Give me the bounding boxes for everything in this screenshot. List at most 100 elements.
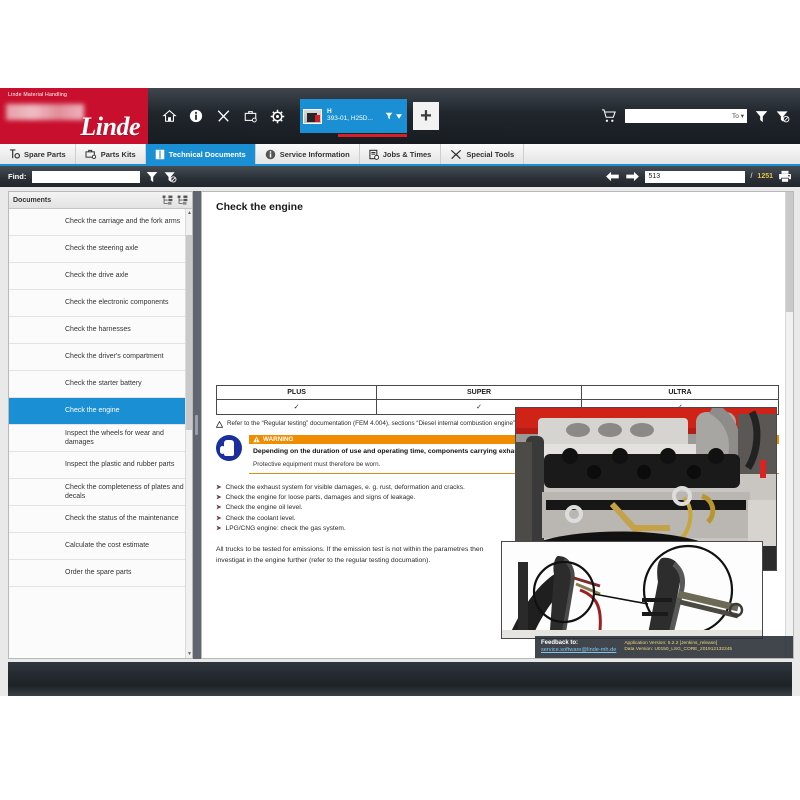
collapse-tree-icon[interactable] — [177, 195, 188, 205]
closing-paragraph: All trucks to be tested for emissions. I… — [216, 544, 486, 566]
feedback-label: Feedback to: — [541, 640, 616, 648]
clear-filter-icon[interactable] — [776, 110, 790, 123]
tab-label: Spare Parts — [24, 150, 66, 159]
truck-model: 393-01, H25D... — [327, 116, 373, 123]
feedback-block: Feedback to: service.software@linde-mh.d… — [541, 640, 616, 654]
add-tab-button[interactable]: + — [413, 102, 439, 130]
documents-scrollbar[interactable]: ▲ ▼ — [185, 209, 192, 658]
document-scrollbar[interactable] — [785, 192, 793, 658]
toolbar-icon-group — [148, 88, 290, 144]
bullet-marker-icon: ➤ — [216, 524, 222, 534]
filter-icon[interactable] — [755, 110, 768, 123]
checklist-item-text: Check the engine oil level. — [226, 503, 303, 513]
previous-page-icon[interactable] — [605, 171, 620, 182]
find-input[interactable] — [32, 171, 140, 183]
exhaust-detail-photo — [501, 541, 763, 639]
tab-spare-parts[interactable]: Spare Parts — [0, 144, 76, 164]
sidebar-item-11[interactable]: Check the completeness of plates and dec… — [9, 479, 192, 506]
sidebar-item-14[interactable]: Order the spare parts — [9, 560, 192, 587]
sidebar-item-label: Check the completeness of plates and dec… — [65, 483, 186, 502]
document-scrollbar-thumb[interactable] — [786, 192, 794, 312]
sidebar-item-5[interactable]: Check the harnesses — [9, 317, 192, 344]
settings-gear-icon[interactable] — [264, 101, 290, 131]
sidebar-item-12[interactable]: Check the status of the maintenance — [9, 506, 192, 533]
special-tools-icon — [450, 149, 462, 160]
tab-special-tools[interactable]: Special Tools — [441, 144, 524, 164]
checklist-item-text: LPG/CNG engine: check the gas system. — [226, 524, 346, 534]
filter-icon — [385, 112, 393, 120]
clear-filter-icon[interactable] — [164, 171, 177, 183]
document-content: PLUS SUPER ULTRA ✓ ✓ ✓ Refer to the “Reg… — [202, 385, 793, 567]
warning-heading: WARNING — [263, 436, 293, 443]
parts-kits-icon[interactable] — [237, 101, 263, 131]
closing-section: All trucks to be tested for emissions. I… — [216, 544, 779, 566]
info-icon[interactable] — [183, 101, 209, 131]
book-icon — [155, 149, 165, 160]
page-number-input[interactable]: 513 — [645, 171, 745, 183]
truck-tab-actions[interactable] — [385, 112, 404, 120]
table-cell-check: ✓ — [217, 400, 377, 415]
sidebar-item-2[interactable]: Check the steering axle — [9, 236, 192, 263]
shopping-cart-icon[interactable] — [601, 109, 617, 123]
bullet-marker-icon: ➤ — [216, 514, 222, 524]
scroll-down-arrow[interactable]: ▼ — [186, 650, 192, 658]
sidebar-item-label: Check the harnesses — [65, 325, 131, 334]
tab-technical-documents[interactable]: Technical Documents — [146, 144, 256, 164]
tab-service-information[interactable]: Service Information — [256, 144, 360, 164]
sidebar-item-8[interactable]: Check the engine — [9, 398, 192, 425]
data-version: Data Version: U0150_LSG_CORE_20191213224… — [624, 647, 732, 653]
panel-splitter[interactable] — [193, 191, 201, 659]
filter-icon[interactable] — [146, 171, 158, 183]
table-header-row: PLUS SUPER ULTRA — [217, 386, 779, 400]
sidebar-item-10[interactable]: Inspect the plastic and rubber parts — [9, 452, 192, 479]
sidebar-item-label: Check the carriage and the fork arms — [65, 217, 180, 226]
document-viewer: Check the engine — [201, 191, 794, 659]
search-scope-dropdown[interactable]: To ▾ — [732, 112, 744, 120]
tab-jobs-and-times[interactable]: Jobs & Times — [360, 144, 442, 164]
sidebar-item-4[interactable]: Check the electronic components — [9, 290, 192, 317]
parts-kits-icon — [85, 149, 97, 159]
truck-selector-tab[interactable]: H 393-01, H25D... — [300, 99, 407, 133]
tab-parts-kits[interactable]: Parts Kits — [76, 144, 146, 164]
table-header-cell: PLUS — [217, 386, 377, 400]
documents-list: Check the carriage and the fork arms Chec… — [9, 209, 192, 658]
page-navigation: 513 / 1251 — [605, 170, 792, 183]
clipboard-clock-icon — [369, 149, 379, 160]
home-icon[interactable] — [156, 101, 182, 131]
sidebar-item-label: Calculate the cost estimate — [65, 541, 149, 550]
truck-labels: H 393-01, H25D... — [327, 109, 373, 123]
find-bar: Find: 513 / 1251 — [0, 166, 800, 187]
sidebar-item-label: Check the driver's compartment — [65, 352, 164, 361]
sidebar-item-13[interactable]: Calculate the cost estimate — [9, 533, 192, 560]
expand-tree-icon[interactable] — [162, 195, 173, 205]
feedback-email-link[interactable]: service.software@linde-mh.de — [541, 647, 616, 654]
printer-icon[interactable] — [778, 170, 792, 183]
toolbar-right-group: To ▾ — [601, 88, 800, 144]
sidebar-item-label: Check the starter battery — [65, 379, 142, 388]
tools-icon[interactable] — [210, 101, 236, 131]
scroll-up-arrow[interactable]: ▲ — [186, 209, 192, 217]
page-separator: / — [750, 173, 752, 180]
bullet-marker-icon: ➤ — [216, 493, 222, 503]
page-title: Check the engine — [202, 192, 793, 213]
sidebar-item-label: Inspect the plastic and rubber parts — [65, 460, 174, 469]
brand-logo: Linde Material Handling Linde — [0, 88, 148, 144]
checklist-item-text: Check the engine for loose parts, damage… — [226, 493, 416, 503]
next-page-icon[interactable] — [625, 171, 640, 182]
search-input[interactable]: To ▾ — [625, 109, 747, 123]
top-toolbar: Linde Material Handling Linde — [0, 88, 800, 144]
sidebar-item-6[interactable]: Check the driver's compartment — [9, 344, 192, 371]
truck-thumbnail-icon — [303, 109, 322, 124]
sidebar-item-3[interactable]: Check the drive axle — [9, 263, 192, 290]
sidebar-item-label: Order the spare parts — [65, 568, 132, 577]
brand-blurred-text — [6, 104, 84, 120]
tab-label: Technical Documents — [169, 150, 246, 159]
sidebar-item-7[interactable]: Check the starter battery — [9, 371, 192, 398]
sidebar-item-1[interactable]: Check the carriage and the fork arms — [9, 209, 192, 236]
sidebar-item-label: Check the electronic components — [65, 298, 169, 307]
status-bar — [8, 662, 792, 696]
sidebar-item-9[interactable]: Inspect the wheels for wear and damages — [9, 425, 192, 452]
sidebar-item-label: Check the steering axle — [65, 244, 138, 253]
checklist-item-text: Check the coolant level. — [226, 514, 296, 524]
bullet-marker-icon: ➤ — [216, 503, 222, 513]
